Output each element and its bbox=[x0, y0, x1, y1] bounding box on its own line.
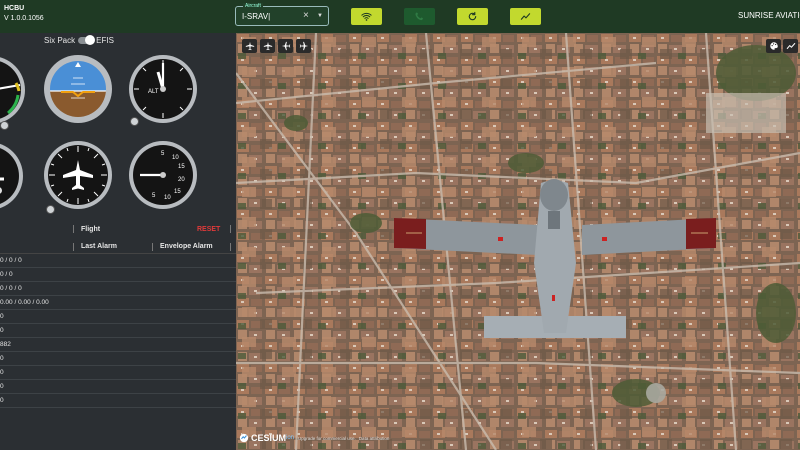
instrument-panel: Six Pack EFIS ALT 5 10 15 20 15 10 5 Fli… bbox=[0, 33, 236, 450]
row-value: 0 / 0 / 0 bbox=[0, 257, 22, 264]
vsi-tick-label: 20 bbox=[178, 177, 185, 183]
attitude-indicator bbox=[43, 54, 113, 124]
company-name: SUNRISE AVIATION bbox=[738, 11, 800, 20]
wifi-icon bbox=[361, 12, 372, 21]
camera-follow-button[interactable] bbox=[260, 39, 275, 53]
palette-icon bbox=[769, 42, 778, 50]
aircraft-select-value[interactable]: I-SRAV| bbox=[242, 12, 270, 21]
flight-path-button[interactable] bbox=[783, 39, 798, 53]
alarm-table: Flight RESET Last Alarm Envelope Alarm 0… bbox=[0, 218, 236, 408]
flight-header: Flight bbox=[81, 226, 101, 233]
camera-right-button[interactable] bbox=[296, 39, 311, 53]
table-row: 0 bbox=[0, 324, 236, 338]
refresh-icon bbox=[468, 11, 477, 21]
vsi-tick-label: 15 bbox=[178, 164, 185, 170]
vsi-tick-label: 15 bbox=[174, 189, 181, 195]
row-value: 0 bbox=[0, 397, 4, 404]
table-row: 882 bbox=[0, 338, 236, 352]
data-attribution-link[interactable]: Data attribution bbox=[359, 436, 390, 441]
row-value: 0.00 / 0.00 / 0.00 bbox=[0, 299, 49, 306]
trend-icon bbox=[786, 43, 795, 49]
chevron-down-icon[interactable]: ▼ bbox=[317, 13, 323, 19]
table-subheader-row: Last Alarm Envelope Alarm bbox=[0, 240, 236, 254]
row-value: 0 bbox=[0, 369, 4, 376]
camera-top-button[interactable] bbox=[242, 39, 257, 53]
last-alarm-header: Last Alarm bbox=[81, 243, 117, 250]
cesium-logo-icon bbox=[239, 433, 249, 443]
app-root: HCBU V 1.0.0.1056 Aircraft I-SRAV| × ▼ S… bbox=[0, 0, 800, 450]
phone-icon bbox=[415, 12, 424, 21]
airspeed-indicator bbox=[0, 55, 26, 125]
airplane-left-icon bbox=[281, 41, 290, 51]
column-separator bbox=[230, 243, 231, 251]
table-row: 0 bbox=[0, 366, 236, 380]
map-3d-view[interactable]: CESIUM ion Upgrade for commercial use. D… bbox=[236, 33, 800, 450]
table-row: 0.00 / 0.00 / 0.00 bbox=[0, 296, 236, 310]
envelope-alarm-header: Envelope Alarm bbox=[160, 243, 213, 250]
switch-knob[interactable] bbox=[85, 35, 96, 45]
table-row: 0 / 0 bbox=[0, 268, 236, 282]
column-separator bbox=[73, 243, 74, 251]
row-value: 882 bbox=[0, 341, 11, 348]
table-row: 0 / 0 / 0 bbox=[0, 254, 236, 268]
row-value: 0 / 0 / 0 bbox=[0, 285, 22, 292]
trend-button[interactable] bbox=[510, 8, 541, 25]
vsi-tick-label: 10 bbox=[164, 195, 171, 201]
column-separator bbox=[73, 225, 74, 233]
refresh-button[interactable] bbox=[457, 8, 488, 25]
heading-bug-knob[interactable] bbox=[46, 205, 55, 214]
camera-view-buttons bbox=[242, 39, 311, 53]
table-row: 0 bbox=[0, 310, 236, 324]
map-style-button[interactable] bbox=[766, 39, 781, 53]
phone-button[interactable] bbox=[404, 8, 435, 25]
turn-coordinator bbox=[0, 141, 24, 211]
row-value: 0 bbox=[0, 327, 4, 334]
aircraft-select[interactable]: Aircraft I-SRAV| × ▼ bbox=[235, 3, 329, 26]
aerial-terrain bbox=[236, 33, 800, 450]
table-row: 0 bbox=[0, 352, 236, 366]
camera-left-button[interactable] bbox=[278, 39, 293, 53]
column-separator bbox=[152, 243, 153, 251]
airplane-right-icon bbox=[299, 41, 308, 51]
trend-icon bbox=[520, 13, 531, 20]
table-row: 0 / 0 / 0 bbox=[0, 282, 236, 296]
altimeter: ALT bbox=[128, 54, 198, 124]
cesium-ion-text: ion bbox=[286, 435, 295, 441]
column-separator bbox=[230, 225, 231, 233]
toggle-label-efis: EFIS bbox=[96, 36, 114, 45]
vsi-tick-label: 10 bbox=[172, 155, 179, 161]
toggle-label-six-pack: Six Pack bbox=[44, 36, 76, 45]
heading-indicator bbox=[43, 140, 113, 210]
row-value: 0 bbox=[0, 355, 4, 362]
airplane-follow-icon bbox=[263, 41, 272, 51]
view-toggle: Six Pack EFIS bbox=[44, 35, 114, 45]
cesium-logo-text: CESIUM bbox=[251, 433, 287, 443]
altimeter-label: ALT bbox=[148, 89, 159, 95]
row-value: 0 bbox=[0, 313, 4, 320]
airspeed-knob[interactable] bbox=[0, 121, 9, 130]
upgrade-notice: Upgrade for commercial use. bbox=[298, 435, 356, 441]
table-row: 0 bbox=[0, 394, 236, 408]
six-pack-efis-switch[interactable] bbox=[78, 35, 96, 45]
vertical-speed-indicator: 5 10 15 20 15 10 5 bbox=[128, 140, 198, 210]
table-header-row: Flight RESET bbox=[0, 218, 236, 240]
clear-icon[interactable]: × bbox=[303, 10, 309, 21]
app-version: V 1.0.0.1056 bbox=[4, 15, 44, 22]
map-credit: CESIUM ion Upgrade for commercial use. D… bbox=[239, 433, 389, 443]
top-bar: HCBU V 1.0.0.1056 Aircraft I-SRAV| × ▼ S… bbox=[0, 0, 800, 33]
wifi-button[interactable] bbox=[351, 8, 382, 25]
aircraft-select-label: Aircraft bbox=[243, 3, 263, 9]
airplane-top-icon bbox=[245, 41, 254, 51]
map-tools bbox=[766, 39, 798, 53]
row-value: 0 bbox=[0, 383, 4, 390]
app-name: HCBU bbox=[4, 5, 25, 12]
altimeter-knob[interactable] bbox=[130, 117, 139, 126]
reset-button[interactable]: RESET bbox=[197, 226, 220, 233]
row-value: 0 / 0 bbox=[0, 271, 13, 278]
table-row: 0 bbox=[0, 380, 236, 394]
